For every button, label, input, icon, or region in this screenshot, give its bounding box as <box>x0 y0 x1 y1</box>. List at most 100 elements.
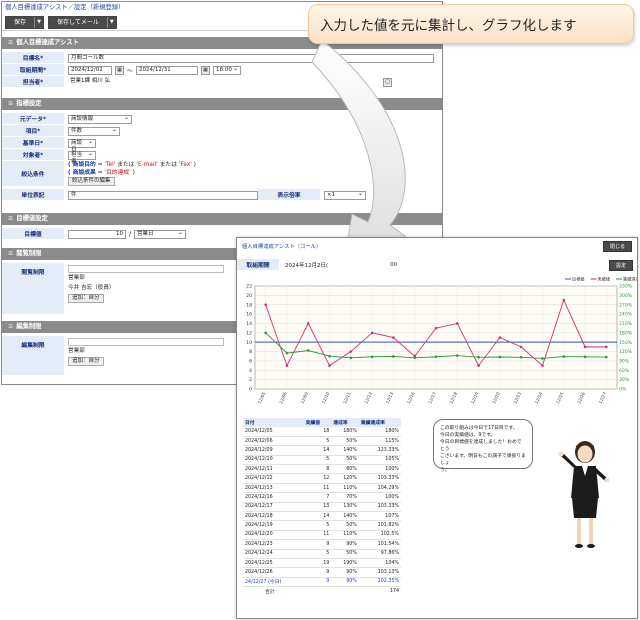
series-point <box>328 364 331 367</box>
y-tick-label: 6 <box>249 359 252 365</box>
row-item: 項目* 件数 <box>2 125 442 137</box>
table-cell: 140% <box>331 445 359 456</box>
series-point <box>541 357 544 360</box>
table-cell: 140% <box>331 511 359 522</box>
legend-label: 目標値 <box>572 276 585 283</box>
table-cell: 5 <box>303 455 332 466</box>
filter-edit-button[interactable]: 絞込条件の編集 <box>68 177 115 186</box>
y-tick-label: 2 <box>249 377 252 383</box>
view-restriction-box[interactable] <box>68 265 224 273</box>
y2-tick-label: 240% <box>619 312 633 318</box>
series-point <box>455 322 459 325</box>
table-cell: 2024/12/12 <box>243 473 304 484</box>
table-cell: 7 <box>303 492 332 503</box>
x-tick-label: 12/09 <box>300 391 310 404</box>
section-title: 指標設定 <box>2 98 442 110</box>
add-self-button[interactable]: 追加：自分 <box>68 357 104 366</box>
table-cell: 103.33% <box>358 473 401 484</box>
series-point <box>264 331 267 335</box>
goal-unit-select[interactable]: 営業日 <box>134 229 187 239</box>
field-label: 基準日* <box>2 137 64 149</box>
target-select[interactable]: 担当者 <box>68 150 96 165</box>
table-row: 2024/12/11 8 80% 100% <box>243 464 401 475</box>
table-cell: 13 <box>303 502 332 513</box>
period-bar: 取組期間 2024年12月2日( 00 設定 <box>237 258 637 272</box>
x-tick-label: 12/17 <box>427 391 437 404</box>
column-header: 達成率 <box>331 418 359 428</box>
y2-tick-label: 150% <box>619 340 633 346</box>
edit-restriction-box[interactable] <box>68 338 224 346</box>
table-cell: 2024/12/23 <box>243 539 304 550</box>
view-dept: 営業部 <box>68 275 85 281</box>
x-tick-label: 12/19 <box>470 391 480 404</box>
settings-button[interactable]: 設定 <box>608 260 633 271</box>
table-row: 2024/12/24 5 50% 97.86% <box>243 549 401 559</box>
y2-tick-label: 270% <box>619 302 633 308</box>
series-point <box>583 355 587 359</box>
x-tick-label: 12/16 <box>406 391 416 404</box>
save-button[interactable]: 保存 ▼ <box>5 15 45 29</box>
table-cell: 50% <box>331 549 359 559</box>
source-select[interactable]: 商談情報 <box>68 114 132 124</box>
item-select[interactable]: 件数 <box>68 126 120 136</box>
y2-tick-label: 90% <box>619 359 630 365</box>
goal-name-input[interactable]: 月間コール数 <box>68 53 434 63</box>
table-row: 2024/12/20 11 110% 102.5% <box>243 530 401 541</box>
bubble-line: ございます。明日もこの調子で頑張りましょ <box>440 454 526 466</box>
x-tick-label: 12/06 <box>278 391 288 404</box>
filter-condition-1: ( 商談目的 = 'Tel' または 'E-mail' または 'Fax' ) <box>68 162 196 168</box>
table-cell: 2024/12/09 <box>243 445 304 456</box>
y2-tick-label: 120% <box>619 349 633 355</box>
legend-label: 業績達成率 <box>623 276 638 283</box>
series-point <box>541 364 544 367</box>
x-tick-label: 12/25 <box>555 391 565 404</box>
table-cell: 2024/12/20 <box>243 530 304 541</box>
table-cell: 107% <box>358 511 401 522</box>
chevron-down-icon[interactable]: ▼ <box>106 16 116 28</box>
y-tick-label: 4 <box>249 368 252 374</box>
table-row: 2024/12/05 18 180% 180% <box>243 427 401 437</box>
close-button[interactable]: 閉じる <box>602 240 632 252</box>
base-date-select[interactable]: 商談日 <box>68 138 96 153</box>
table-cell: 190% <box>331 558 359 569</box>
x-tick-label: 12/11 <box>342 391 352 404</box>
series-point <box>392 336 395 339</box>
field-label: 編集制限 <box>2 336 64 376</box>
series-point <box>477 355 480 359</box>
series-point <box>498 336 502 339</box>
add-self-button[interactable]: 追加：自分 <box>68 294 104 303</box>
table-cell: 11 <box>303 530 332 541</box>
date-to-input[interactable]: 2024/12/31 <box>136 65 199 75</box>
table-cell: 11 <box>303 483 332 494</box>
table-cell: 180% <box>331 427 359 437</box>
field-label: 取組期間* <box>2 64 64 76</box>
table-cell: 2024/12/05 <box>243 427 304 437</box>
series-point <box>370 355 374 359</box>
calendar-icon[interactable]: ▦ <box>115 65 124 75</box>
table-cell: 102.5% <box>358 530 401 541</box>
series-point <box>392 355 395 358</box>
y2-tick-label: 330% <box>619 284 633 290</box>
date-from-input[interactable]: 2024/12/02 <box>68 65 112 75</box>
save-mail-button[interactable]: 保存してメール ▼ <box>48 15 117 29</box>
table-cell: 2024/12/16 <box>243 492 304 503</box>
section-indicator: 指標設定 元データ* 商談情報 項目* 件数 基準日* 商談日 対象者* 担当者… <box>2 98 442 201</box>
calendar-icon[interactable]: ▦ <box>201 65 211 75</box>
unit-input[interactable]: 件 <box>68 190 258 200</box>
series-point <box>413 356 417 360</box>
y2-tick-label: 210% <box>619 321 633 327</box>
series-point <box>583 345 587 349</box>
table-cell: 2024/12/19 <box>243 520 304 531</box>
chevron-down-icon[interactable]: ▼ <box>34 16 43 28</box>
table-cell: 2024/12/11 <box>243 464 304 475</box>
goal-value-input[interactable]: 10 <box>68 229 126 239</box>
x-tick-label: 12/20 <box>491 391 501 404</box>
total-value: 174 <box>389 589 399 595</box>
series-point <box>605 345 608 349</box>
table-cell: 2024/12/26 <box>243 567 304 578</box>
multiplier-select[interactable]: ×1 <box>324 190 366 200</box>
y-tick-label: 18 <box>246 302 252 308</box>
table-cell: 9 <box>303 539 332 550</box>
user-picker-icon[interactable]: □ <box>383 77 392 87</box>
time-select[interactable]: 18:00 <box>213 65 242 75</box>
